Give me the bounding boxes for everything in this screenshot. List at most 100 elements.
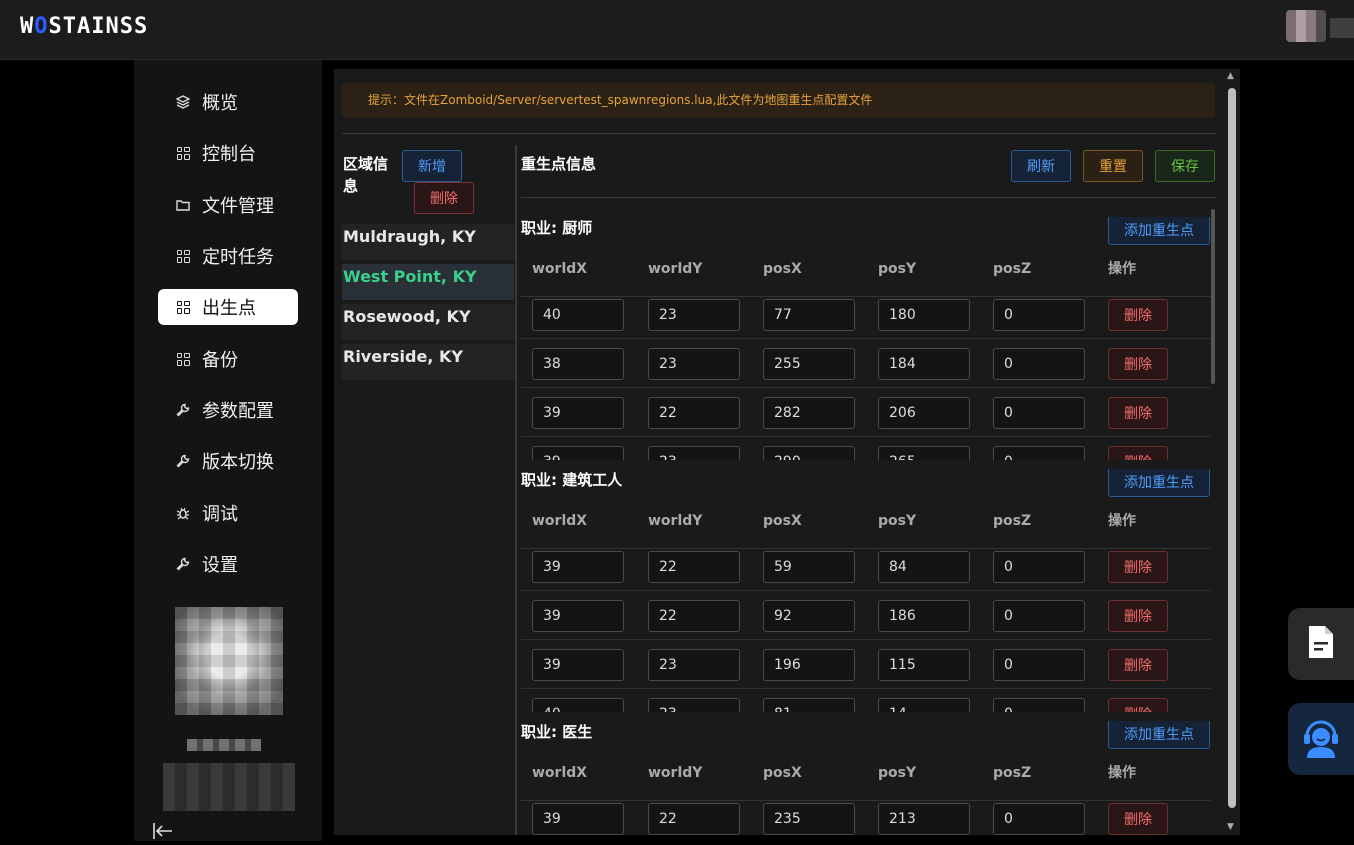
add-spawn-point-button[interactable]: 添加重生点	[1108, 469, 1210, 497]
sidebar-item-label: 设置	[202, 555, 238, 576]
posz-input[interactable]: 0	[993, 299, 1085, 331]
layers-icon	[174, 93, 192, 111]
worldx-input[interactable]: 39	[532, 446, 624, 460]
worldy-input[interactable]: 23	[648, 446, 740, 460]
sidebar-item-parameters[interactable]: 参数配置	[158, 392, 298, 428]
worldx-input[interactable]: 39	[532, 551, 624, 583]
posz-input[interactable]: 0	[993, 397, 1085, 429]
sidebar-item-backup[interactable]: 备份	[158, 341, 298, 377]
col-header: posZ	[993, 513, 1032, 529]
posz-input[interactable]: 0	[993, 698, 1085, 712]
posz-input[interactable]: 0	[993, 649, 1085, 681]
region-item[interactable]: West Point, KY	[342, 264, 514, 300]
page-scrollbar-thumb[interactable]	[1228, 88, 1236, 808]
worldx-input[interactable]: 40	[532, 698, 624, 712]
worldy-input[interactable]: 22	[648, 600, 740, 632]
sidebar-item-debug[interactable]: 调试	[158, 495, 298, 531]
worldy-input[interactable]: 23	[648, 649, 740, 681]
scroll-down-icon[interactable]: ▼	[1227, 822, 1234, 832]
scroll-up-icon[interactable]: ▲	[1227, 71, 1234, 81]
region-item[interactable]: Muldraugh, KY	[342, 224, 514, 260]
posx-input[interactable]: 282	[763, 397, 855, 429]
posx-input[interactable]: 81	[763, 698, 855, 712]
delete-row-button[interactable]: 删除	[1108, 649, 1168, 681]
posz-input[interactable]: 0	[993, 446, 1085, 460]
worldx-input[interactable]: 39	[532, 649, 624, 681]
worldy-input[interactable]: 22	[648, 397, 740, 429]
posz-input[interactable]: 0	[993, 348, 1085, 380]
collapse-sidebar-icon[interactable]	[152, 822, 174, 845]
delete-row-button[interactable]: 删除	[1108, 551, 1168, 583]
profession-block: 职业: 厨师 添加重生点 worldX worldY posX posY pos…	[521, 217, 1211, 460]
posx-input[interactable]: 77	[763, 299, 855, 331]
posx-input[interactable]: 235	[763, 803, 855, 835]
user-menu-trigger[interactable]	[1330, 18, 1354, 38]
posx-input[interactable]: 59	[763, 551, 855, 583]
region-item[interactable]: Riverside, KY	[342, 344, 514, 380]
posz-input[interactable]: 0	[993, 803, 1085, 835]
posx-input[interactable]: 196	[763, 649, 855, 681]
posx-input[interactable]: 92	[763, 600, 855, 632]
posx-input[interactable]: 255	[763, 348, 855, 380]
sidebar-item-version-switch[interactable]: 版本切换	[158, 443, 298, 479]
posy-input[interactable]: 213	[878, 803, 970, 835]
posy-input[interactable]: 186	[878, 600, 970, 632]
sidebar-item-label: 版本切换	[202, 452, 274, 473]
profile-name-blurred	[187, 739, 261, 751]
sidebar-item-spawn-points[interactable]: 出生点	[158, 289, 298, 325]
worldx-input[interactable]: 40	[532, 299, 624, 331]
posx-input[interactable]: 290	[763, 446, 855, 460]
sidebar-item-files[interactable]: 文件管理	[158, 187, 298, 223]
col-header: posZ	[993, 765, 1032, 781]
posy-input[interactable]: 84	[878, 551, 970, 583]
delete-row-button[interactable]: 删除	[1108, 348, 1168, 380]
sidebar-item-label: 出生点	[202, 298, 256, 319]
region-section-title: 区域信息	[343, 155, 389, 195]
add-spawn-point-button[interactable]: 添加重生点	[1108, 721, 1210, 749]
sidebar-item-scheduled-tasks[interactable]: 定时任务	[158, 238, 298, 274]
table-row: 38 23 255 184 0 删除	[521, 339, 1211, 388]
worldy-input[interactable]: 23	[648, 698, 740, 712]
save-button[interactable]: 保存	[1155, 150, 1215, 182]
support-float-button[interactable]	[1288, 703, 1354, 775]
reset-button[interactable]: 重置	[1083, 150, 1143, 182]
worldy-input[interactable]: 22	[648, 803, 740, 835]
posy-input[interactable]: 265	[878, 446, 970, 460]
delete-row-button[interactable]: 删除	[1108, 600, 1168, 632]
posy-input[interactable]: 115	[878, 649, 970, 681]
worldy-input[interactable]: 23	[648, 299, 740, 331]
sidebar-item-overview[interactable]: 概览	[158, 84, 298, 120]
posy-input[interactable]: 206	[878, 397, 970, 429]
posy-input[interactable]: 14	[878, 698, 970, 712]
add-region-button[interactable]: 新增	[402, 150, 462, 182]
delete-row-button[interactable]: 删除	[1108, 446, 1168, 460]
inner-scrollbar[interactable]	[1211, 209, 1215, 384]
user-avatar[interactable]	[1286, 10, 1326, 42]
sidebar-item-settings[interactable]: 设置	[158, 546, 298, 582]
worldx-input[interactable]: 38	[532, 348, 624, 380]
posy-input[interactable]: 180	[878, 299, 970, 331]
region-item[interactable]: Rosewood, KY	[342, 304, 514, 340]
worldy-input[interactable]: 23	[648, 348, 740, 380]
worldx-input[interactable]: 39	[532, 600, 624, 632]
sidebar-item-console[interactable]: 控制台	[158, 135, 298, 171]
col-header: posX	[763, 513, 802, 529]
delete-region-button[interactable]: 删除	[414, 182, 474, 214]
worldx-input[interactable]: 39	[532, 397, 624, 429]
worldy-input[interactable]: 22	[648, 551, 740, 583]
delete-row-button[interactable]: 删除	[1108, 803, 1168, 835]
headset-support-icon	[1301, 716, 1341, 762]
docs-float-button[interactable]	[1288, 608, 1354, 680]
table-row: 40 23 77 180 0 删除	[521, 290, 1211, 339]
refresh-button[interactable]: 刷新	[1011, 150, 1071, 182]
posz-input[interactable]: 0	[993, 551, 1085, 583]
posz-input[interactable]: 0	[993, 600, 1085, 632]
delete-row-button[interactable]: 删除	[1108, 299, 1168, 331]
posy-input[interactable]: 184	[878, 348, 970, 380]
delete-row-button[interactable]: 删除	[1108, 397, 1168, 429]
delete-row-button[interactable]: 删除	[1108, 698, 1168, 712]
app-logo[interactable]: WOSTAINSS	[20, 14, 148, 39]
add-spawn-point-button[interactable]: 添加重生点	[1108, 217, 1210, 245]
divider	[521, 197, 1216, 198]
worldx-input[interactable]: 39	[532, 803, 624, 835]
